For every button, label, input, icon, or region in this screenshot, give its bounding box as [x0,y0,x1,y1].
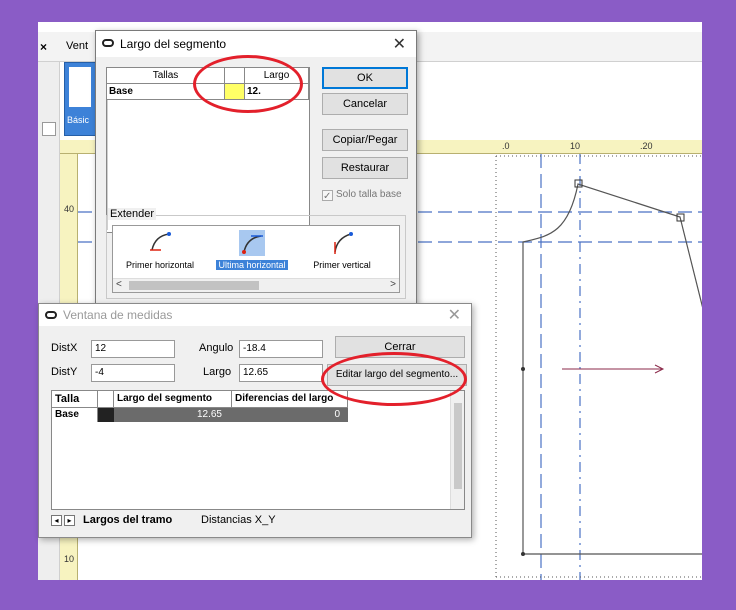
tab-close-button[interactable]: × [40,40,47,54]
ruler-mark: 40 [64,204,75,214]
ruler-mark: .20 [640,141,653,151]
option-label: Primer horizontal [125,260,195,270]
ribbon-label: Básic [67,115,90,125]
distx-label: DistX [51,342,78,354]
column-header-color [98,391,114,408]
annotation-circle-length [193,55,303,113]
dialog-title: Ventana de medidas [63,308,173,322]
disty-field[interactable]: -4 [91,364,175,382]
dialog-titlebar: Ventana de medidas ✕ [39,304,471,326]
extend-group-label: Extender [108,208,157,220]
ruler-mark: 10 [570,141,581,151]
option-label: Ultima horizontal [216,260,288,270]
checkbox-icon: ✓ [322,190,333,202]
measurements-window: Ventana de medidas ✕ DistX 12 DistY -4 A… [38,303,472,538]
measurements-table: Talla Largo del segmento Diferencias del… [51,390,465,510]
first-vertical-icon [334,232,353,254]
restore-button[interactable]: Restaurar [322,157,408,179]
extend-option-first-vertical[interactable]: Primer vertical [299,230,385,276]
scroll-left-icon[interactable]: < [116,279,122,290]
scrollbar-thumb[interactable] [129,281,259,290]
cancel-button[interactable]: Cancelar [322,93,408,115]
sheet-tab-bar: ◂ ▸ Largos del tramo Distancias X_Y [51,512,465,530]
table-cell-talla: Base [52,408,98,422]
extend-option-first-horizontal[interactable]: Primer horizontal [117,230,203,276]
ruler-mark: .0 [502,141,510,151]
disty-label: DistY [51,366,78,378]
table-cell-length-difference: 0 [232,408,348,422]
scroll-right-icon[interactable]: > [390,279,396,290]
copy-paste-button[interactable]: Copiar/Pegar [322,129,408,151]
distx-field[interactable]: 12 [91,340,175,358]
tool-button[interactable] [42,122,56,136]
scrollbar-thumb[interactable] [454,403,462,489]
ok-button[interactable]: OK [322,67,408,89]
point-marker [521,552,525,556]
table-cell-color-swatch [98,408,114,422]
angle-field[interactable]: -18.4 [239,340,323,358]
dialog-title: Largo del segmento [120,37,227,51]
length-label: Largo [203,366,232,378]
tab-ventana[interactable]: Vent [66,40,88,52]
length-field[interactable]: 12.65 [239,364,323,382]
column-header-talla: Talla [52,391,98,408]
page-icon [69,67,91,107]
ruler-mark: 10 [64,554,75,564]
vertical-scrollbar[interactable] [450,391,464,509]
app-logo-icon [102,39,114,47]
dialog-titlebar: Largo del segmento ✕ [96,31,416,57]
extend-options-list: Primer horizontal Ultima horizontal Prim… [112,225,400,293]
angle-label: Angulo [199,342,234,354]
extend-option-last-horizontal[interactable]: Ultima horizontal [209,230,295,276]
table-cell-segment-length: 12.65 [114,408,232,422]
annotation-circle-edit-button [321,352,467,406]
horizontal-scrollbar[interactable]: < > [113,278,399,292]
control-point [574,179,583,188]
column-header-length-difference: Diferencias del largo [232,391,348,408]
base-size-only-checkbox: ✓ Solo talla base [322,189,402,202]
close-icon[interactable]: ✕ [448,305,461,325]
option-label: Primer vertical [313,260,371,270]
tab-xy-distances[interactable]: Distancias X_Y [201,514,276,526]
app-logo-icon [45,311,57,319]
checkbox-label: Solo talla base [336,189,402,200]
tab-segment-lengths[interactable]: Largos del tramo [83,514,172,526]
column-header-segment-length: Largo del segmento [114,391,232,408]
close-icon[interactable]: ✕ [393,34,406,54]
last-horizontal-icon [239,230,265,256]
tab-prev-icon[interactable]: ◂ [51,515,62,526]
tab-next-icon[interactable]: ▸ [64,515,75,526]
point-marker [521,367,525,371]
first-horizontal-icon [150,232,171,251]
ribbon-basic-tile[interactable]: Básic [64,62,96,136]
